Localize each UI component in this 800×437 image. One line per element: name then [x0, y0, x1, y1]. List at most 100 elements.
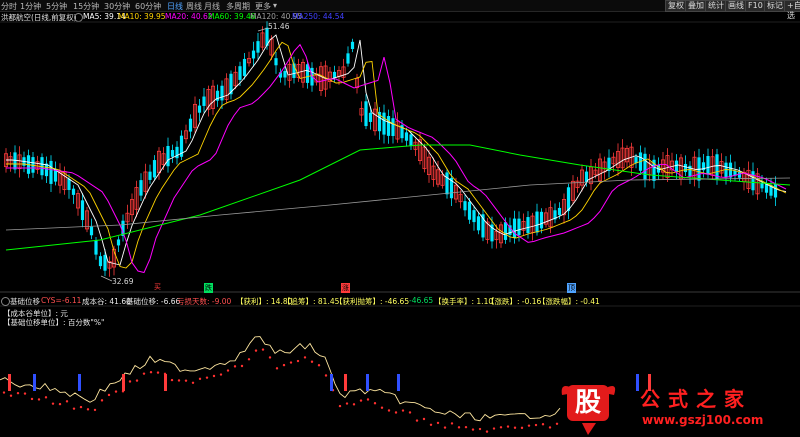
cost-valley-dot: [44, 396, 48, 399]
cost-valley-dot: [352, 403, 356, 406]
cost-valley-dot: [387, 409, 391, 412]
cost-valley-dot: [114, 390, 118, 393]
candle-body: [256, 41, 260, 53]
cost-valley-dot: [429, 423, 433, 426]
cost-valley-dot: [408, 411, 412, 414]
cost-valley-dot: [100, 399, 104, 402]
cost-valley-dot: [324, 374, 328, 377]
candle-body: [445, 172, 449, 195]
cost-valley-dot: [478, 427, 482, 431]
candle-body: [251, 50, 256, 59]
cost-valley-dot: [226, 369, 230, 372]
signal-bar: [78, 374, 81, 391]
candle-body: [332, 71, 337, 78]
cost-valley-dot: [450, 422, 454, 425]
cost-valley-dot: [513, 426, 517, 429]
cost-valley-dot: [177, 379, 181, 382]
cost-valley-dot: [366, 398, 370, 401]
indicator-settings-icon[interactable]: [1, 297, 10, 306]
cost-valley-dot: [520, 426, 524, 430]
cost-valley-dot: [485, 430, 489, 433]
cost-valley-dot: [289, 361, 293, 364]
cost-valley-dot: [233, 365, 237, 368]
signal-bar: [330, 374, 333, 391]
base-shift: 基础位移: -6.66: [126, 297, 181, 306]
moving-averages: [5, 34, 791, 274]
cost-valley-dot: [219, 373, 223, 376]
cost-valley-dot: [170, 378, 174, 382]
cost-valley-dot: [254, 349, 258, 352]
cost-valley-dot: [247, 358, 251, 361]
candle-body: [350, 41, 355, 50]
candle-body: [364, 101, 368, 127]
candle-body: [715, 154, 719, 179]
signal-bar: [366, 374, 369, 391]
candle-body: [760, 183, 764, 189]
signal-fall: 跌: [204, 283, 213, 293]
cost-valley-dot: [296, 359, 300, 363]
candle-body: [13, 152, 17, 170]
cost-valley-dot: [401, 409, 405, 412]
candle-body: [472, 210, 476, 223]
cost-valley-dot: [142, 372, 146, 375]
cost-valley-dot: [93, 408, 97, 412]
cost-valley-dot: [373, 402, 377, 405]
cost-valley-dot: [135, 379, 139, 382]
candle-body: [148, 171, 152, 180]
candle-body: [89, 226, 94, 236]
candle-body: [67, 178, 71, 190]
candle-body: [116, 239, 121, 246]
candle-body: [220, 85, 224, 101]
candle-body: [683, 163, 688, 173]
cost-valley-dot: [23, 392, 27, 395]
cost-valley-dot: [457, 426, 461, 429]
base-shift-line: [0, 336, 561, 422]
candle-body: [539, 211, 544, 229]
cost-valley-dot: [65, 400, 69, 403]
candle-body: [368, 112, 373, 122]
signal-top: 顶: [567, 283, 576, 293]
cost-valley-dot: [212, 374, 216, 378]
cost-valley-dot: [128, 380, 132, 383]
candle-body: [71, 188, 76, 195]
candle-body: [512, 218, 517, 239]
cost-valley-dot: [548, 426, 552, 429]
candle-body: [202, 96, 206, 106]
base-shift-unit-note: 【基础位移单位】: 百分数"%": [3, 318, 105, 327]
watermark: 股 公式之家 www.gszj100.com: [560, 381, 800, 437]
rise-fall-value: 【涨跌】: -0.16: [487, 297, 542, 306]
candle-body: [274, 58, 278, 66]
cost-valley-dot: [58, 402, 62, 406]
signal-buy: 买: [154, 283, 161, 291]
candle-body: [773, 183, 778, 198]
cost-valley-dot: [555, 422, 559, 425]
candle-body: [197, 105, 202, 113]
candle-body: [386, 116, 391, 136]
candle-body: [643, 153, 647, 180]
cost-valley-dot: [51, 402, 55, 405]
cost-valley-dot: [282, 363, 286, 367]
cost-valley-dot: [492, 427, 496, 430]
candle-body: [391, 118, 395, 137]
cost-valley-dot: [380, 406, 384, 409]
candle-body: [517, 218, 521, 236]
cost-valley-dot: [359, 399, 363, 402]
signal-bar: [344, 374, 347, 391]
price-chart[interactable]: [0, 0, 800, 437]
signal-bar: [122, 374, 125, 391]
cost-valley-dot: [205, 376, 209, 379]
candle-body: [188, 118, 193, 132]
candle-body: [238, 66, 242, 80]
candle-body: [152, 160, 157, 178]
watermark-gu: 股: [567, 385, 609, 421]
cost-valley-dot: [79, 405, 83, 409]
cost-valley-dot: [422, 417, 426, 421]
cost-valley-dot: [506, 425, 510, 428]
candle-body: [305, 64, 310, 83]
candle-body: [557, 207, 562, 216]
cost-valley-dot: [86, 408, 90, 411]
hype-value: 【追筹】: 81.45: [283, 297, 340, 306]
indicator-header: 基础位移 CYS= -6.11 成本谷: 41.60 基础位移: -6.66 亏…: [0, 296, 800, 306]
candle-body: [98, 256, 103, 267]
cost-valley-dot: [2, 391, 6, 394]
